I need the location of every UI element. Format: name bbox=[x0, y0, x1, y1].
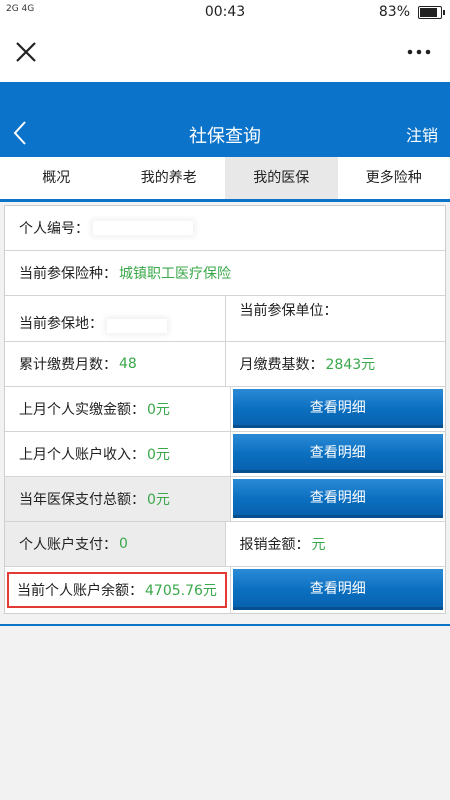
base-cell: 月缴费基数： 2843元 bbox=[226, 342, 446, 386]
row-account-pay: 个人账户支付： 0 报销金额： 元 bbox=[5, 522, 445, 567]
battery-percent: 83% bbox=[378, 4, 410, 20]
row-last-month-paid: 上月个人实缴金额： 0元 查看明细 bbox=[5, 387, 445, 432]
months-cell: 累计缴费月数： 48 bbox=[5, 342, 226, 386]
row-balance: 当前个人账户余额： 4705.76元 查看明细 bbox=[5, 567, 445, 613]
button-cell: 查看明细 bbox=[231, 387, 446, 431]
page-title: 社保查询 bbox=[189, 126, 261, 147]
base-label: 月缴费基数： bbox=[239, 357, 324, 373]
row-year-total: 当年医保支付总额： 0元 查看明细 bbox=[5, 477, 445, 522]
unit-cell: 当前参保单位： bbox=[226, 296, 446, 341]
account-pay-label: 个人账户支付： bbox=[19, 537, 117, 553]
last-month-income-value: 0元 bbox=[147, 447, 170, 463]
tab-bar: 概况 我的养老 我的医保 更多险种 bbox=[0, 157, 450, 202]
row-months-base: 累计缴费月数： 48 月缴费基数： 2843元 bbox=[5, 342, 445, 387]
balance-value: 4705.76元 bbox=[145, 583, 217, 599]
personal-id-label: 个人编号： bbox=[19, 221, 89, 237]
reimburse-label: 报销金额： bbox=[239, 537, 310, 553]
page-header: 社保查询 注销 bbox=[0, 82, 450, 157]
status-bar: 2G 4G 00:43 83% bbox=[0, 0, 450, 24]
balance-cell: 当前个人账户余额： 4705.76元 bbox=[5, 567, 231, 613]
last-month-paid-cell: 上月个人实缴金额： 0元 bbox=[5, 387, 231, 431]
reimburse-cell: 报销金额： 元 bbox=[226, 522, 446, 566]
redacted-value bbox=[107, 319, 167, 333]
row-location-unit: 当前参保地： 当前参保单位： bbox=[5, 296, 445, 342]
logout-button[interactable]: 注销 bbox=[406, 122, 438, 146]
tab-overview[interactable]: 概况 bbox=[0, 157, 113, 199]
row-insurance-type: 当前参保险种： 城镇职工医疗保险 bbox=[5, 251, 445, 296]
view-details-button[interactable]: 查看明细 bbox=[232, 569, 443, 610]
button-cell: 查看明细 bbox=[231, 477, 446, 521]
view-details-button[interactable]: 查看明细 bbox=[232, 389, 443, 428]
months-label: 累计缴费月数： bbox=[19, 357, 117, 373]
view-details-button[interactable]: 查看明细 bbox=[232, 479, 443, 518]
row-last-month-income: 上月个人账户收入： 0元 查看明细 bbox=[5, 432, 445, 477]
last-month-income-label: 上月个人账户收入： bbox=[19, 447, 145, 463]
months-value: 48 bbox=[119, 356, 137, 372]
insurance-type-label: 当前参保险种： bbox=[19, 266, 117, 282]
tab-more[interactable]: 更多险种 bbox=[338, 157, 450, 199]
location-label: 当前参保地： bbox=[19, 316, 103, 332]
tab-medical[interactable]: 我的医保 bbox=[225, 157, 338, 199]
view-details-button[interactable]: 查看明细 bbox=[232, 434, 443, 473]
insurance-type-cell: 当前参保险种： 城镇职工医疗保险 bbox=[5, 251, 445, 295]
close-icon[interactable] bbox=[14, 40, 38, 64]
row-personal-id: 个人编号： bbox=[5, 206, 445, 251]
year-total-label: 当年医保支付总额： bbox=[19, 492, 145, 508]
last-month-paid-label: 上月个人实缴金额： bbox=[19, 402, 145, 418]
insurance-type-value: 城镇职工医疗保险 bbox=[119, 266, 231, 282]
unit-label: 当前参保单位： bbox=[239, 303, 338, 319]
tab-pension[interactable]: 我的养老 bbox=[113, 157, 226, 199]
balance-highlight: 当前个人账户余额： 4705.76元 bbox=[7, 572, 227, 608]
last-month-income-cell: 上月个人账户收入： 0元 bbox=[5, 432, 231, 476]
redacted-value bbox=[93, 221, 193, 235]
last-month-paid-value: 0元 bbox=[147, 402, 170, 418]
battery-icon bbox=[418, 6, 445, 19]
account-pay-cell: 个人账户支付： 0 bbox=[5, 522, 226, 566]
button-cell: 查看明细 bbox=[231, 567, 446, 613]
account-pay-value: 0 bbox=[119, 536, 128, 552]
balance-label: 当前个人账户余额： bbox=[17, 583, 143, 599]
app-top-bar bbox=[0, 24, 450, 82]
year-total-value: 0元 bbox=[147, 492, 170, 508]
personal-id-cell: 个人编号： bbox=[5, 206, 445, 250]
reimburse-value: 元 bbox=[311, 537, 326, 553]
location-cell: 当前参保地： bbox=[5, 296, 226, 341]
more-options-icon[interactable] bbox=[406, 42, 432, 62]
bottom-divider bbox=[0, 624, 450, 626]
year-total-cell: 当年医保支付总额： 0元 bbox=[5, 477, 231, 521]
base-value: 2843元 bbox=[325, 357, 376, 373]
medical-info-table: 个人编号： 当前参保险种： 城镇职工医疗保险 当前参保地： 当前参保单位： 累计… bbox=[4, 205, 446, 614]
button-cell: 查看明细 bbox=[231, 432, 446, 476]
